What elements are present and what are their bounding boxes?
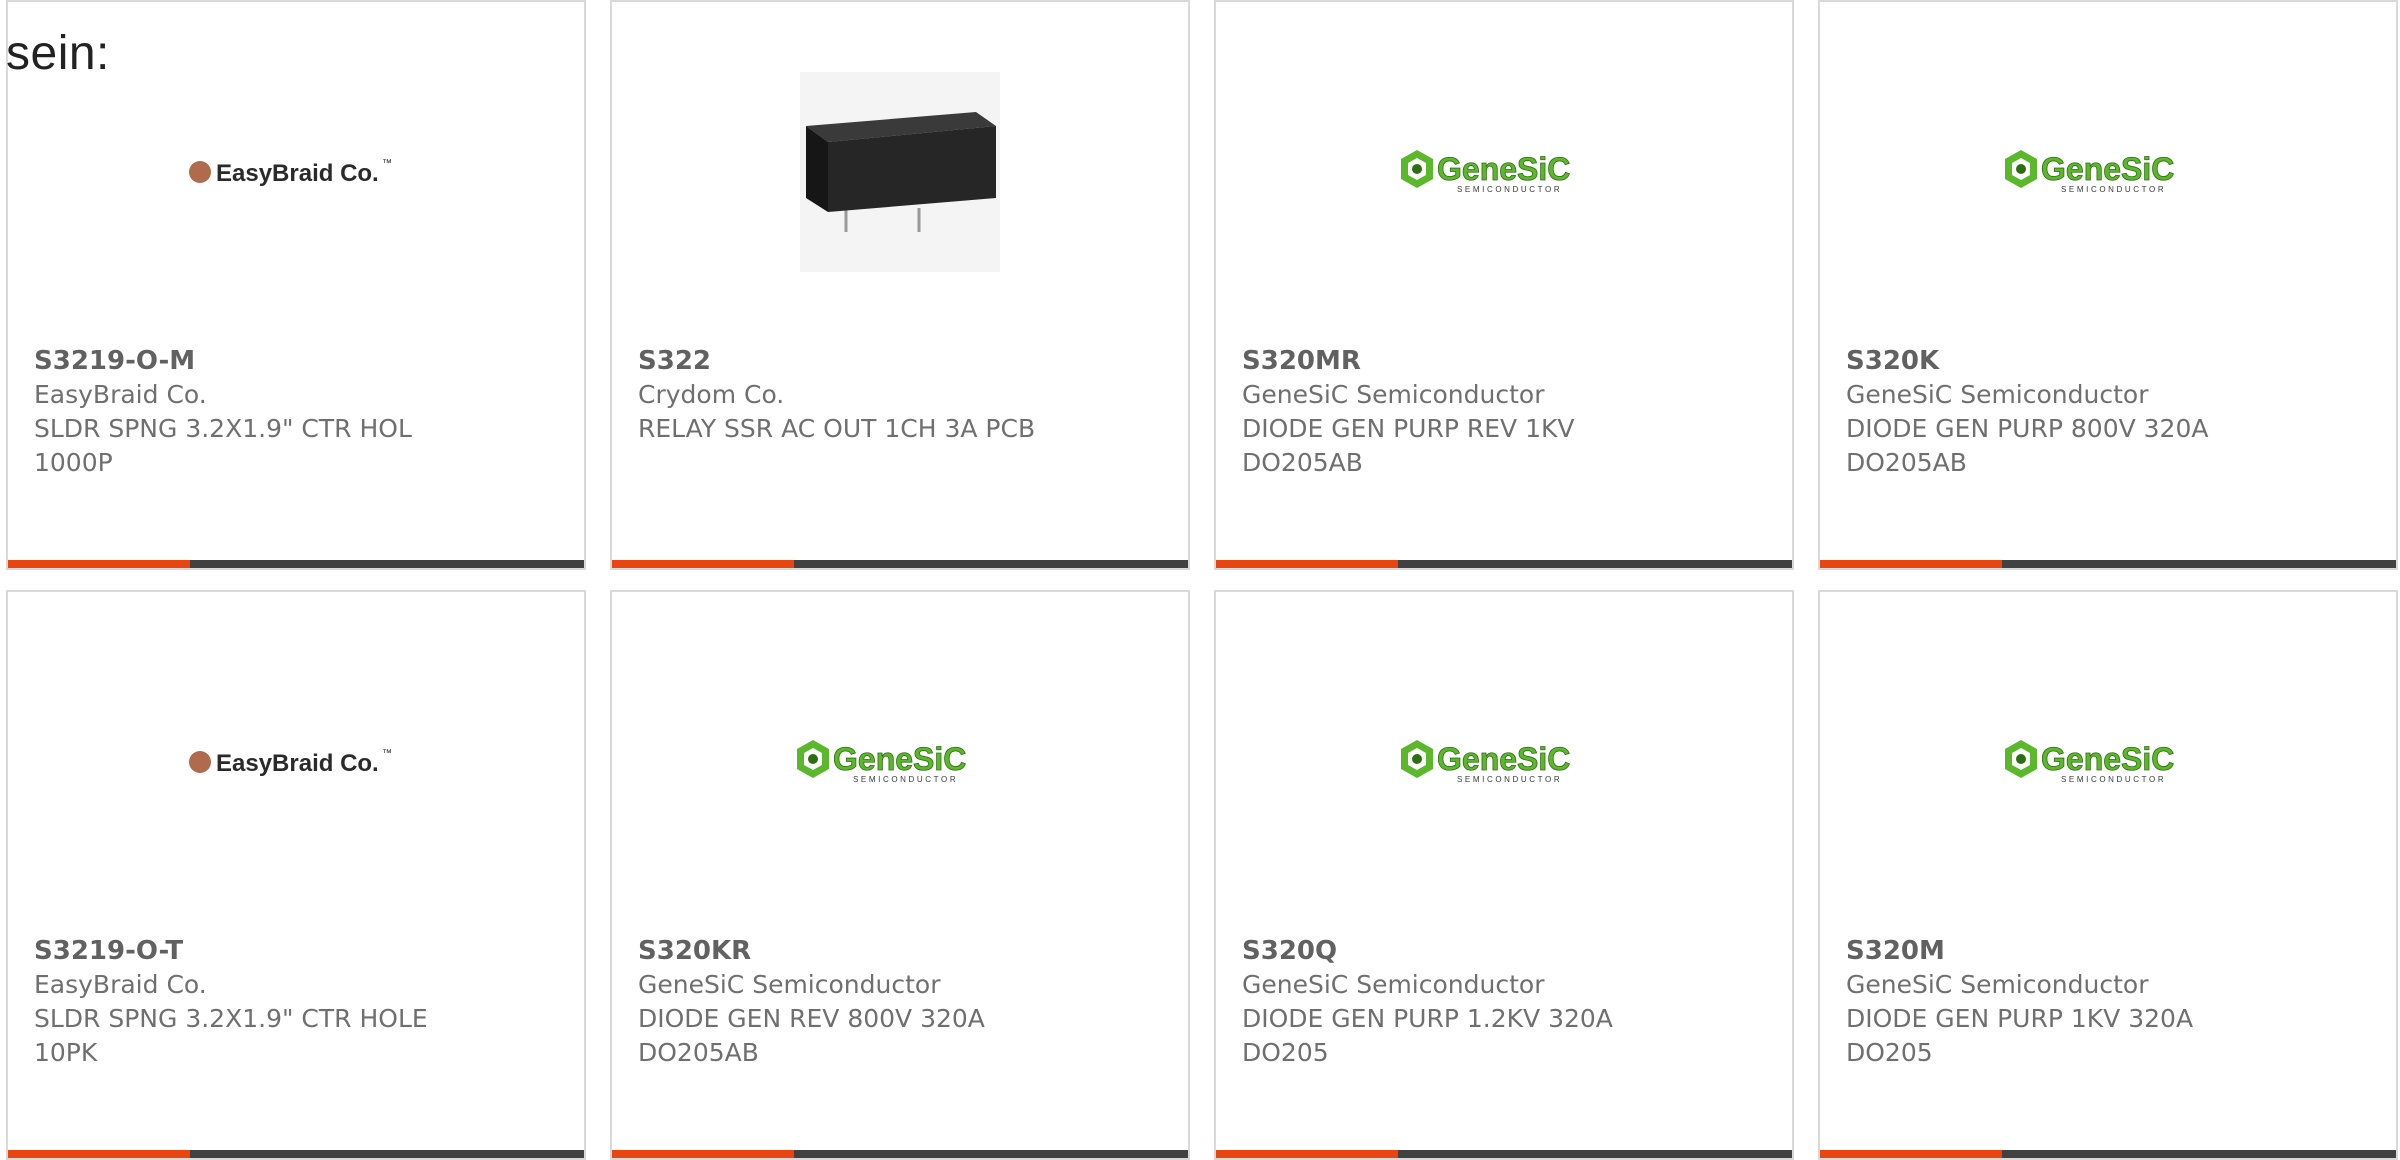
product-image[interactable]: EasyBraid Co. ™ xyxy=(8,662,584,862)
part-number[interactable]: S3219-O-M xyxy=(34,344,564,378)
product-description: DIODE GEN PURP 1.2KV 320A DO205 xyxy=(1242,1004,1613,1067)
product-description: DIODE GEN PURP 800V 320A DO205AB xyxy=(1846,414,2209,477)
product-info: S3219-O-M EasyBraid Co. SLDR SPNG 3.2X1.… xyxy=(34,344,564,480)
product-card[interactable]: S322 Crydom Co. RELAY SSR AC OUT 1CH 3A … xyxy=(610,0,1190,570)
manufacturer-name: GeneSiC Semiconductor xyxy=(1242,380,1545,409)
genesic-logo-text: GeneSiC xyxy=(833,741,966,777)
genesic-logo: GeneSiCSEMICONDUCTOR xyxy=(1401,150,1571,194)
product-image[interactable]: GeneSiC SEMICONDUCTOR xyxy=(1820,662,2396,862)
product-info: S320MR GeneSiC Semiconductor DIODE GEN P… xyxy=(1242,344,1772,480)
product-info: S320Q GeneSiC Semiconductor DIODE GEN PU… xyxy=(1242,934,1772,1070)
card-footer-bar xyxy=(1820,1150,2396,1158)
part-number[interactable]: S320KR xyxy=(638,934,1168,968)
product-description: DIODE GEN REV 800V 320A DO205AB xyxy=(638,1004,985,1067)
trademark-mark: ™ xyxy=(382,158,392,169)
manufacturer-name: GeneSiC Semiconductor xyxy=(1846,380,2149,409)
easybraid-logo-text: EasyBraid Co. xyxy=(216,160,379,187)
product-description: RELAY SSR AC OUT 1CH 3A PCB xyxy=(638,414,1036,443)
genesic-logo-subtext: SEMICONDUCTOR xyxy=(853,775,958,784)
product-card[interactable]: GeneSiC SEMICONDUCTOR S320KR GeneSiC Semi… xyxy=(610,590,1190,1160)
genesic-logo-subtext: SEMICONDUCTOR xyxy=(2061,775,2166,784)
product-card[interactable]: GeneSiC SEMICONDUCTOR S320Q GeneSiC Semic… xyxy=(1214,590,1794,1160)
product-description: DIODE GEN PURP 1KV 320A DO205 xyxy=(1846,1004,2194,1067)
product-description: SLDR SPNG 3.2X1.9" CTR HOL 1000P xyxy=(34,414,412,477)
product-image[interactable]: GeneSiC SEMICONDUCTOR xyxy=(1216,72,1792,272)
part-number[interactable]: S3219-O-T xyxy=(34,934,564,968)
manufacturer-name: Crydom Co. xyxy=(638,380,785,409)
product-info: S320M GeneSiC Semiconductor DIODE GEN PU… xyxy=(1846,934,2376,1070)
product-image[interactable]: GeneSiC SEMICONDUCTOR xyxy=(612,662,1188,862)
card-footer-bar xyxy=(612,560,1188,568)
genesic-logo-subtext: SEMICONDUCTOR xyxy=(2061,185,2166,194)
part-number[interactable]: S320MR xyxy=(1242,344,1772,378)
genesic-logo-text: GeneSiC xyxy=(2041,151,2174,187)
product-description: DIODE GEN PURP REV 1KV DO205AB xyxy=(1242,414,1575,477)
easybraid-logo-mark xyxy=(189,751,211,773)
genesic-logo-text: GeneSiC xyxy=(1437,151,1570,187)
card-footer-bar xyxy=(1216,1150,1792,1158)
card-footer-accent xyxy=(1216,1150,1398,1158)
manufacturer-name: GeneSiC Semiconductor xyxy=(638,970,941,999)
trademark-mark: ™ xyxy=(382,748,392,759)
product-image[interactable] xyxy=(612,72,1188,272)
genesic-logo: GeneSiCSEMICONDUCTOR xyxy=(2005,150,2175,194)
genesic-logo: GeneSiCSEMICONDUCTOR xyxy=(797,740,967,784)
product-card[interactable]: EasyBraid Co. ™ S3219-O-T EasyBraid Co. S… xyxy=(6,590,586,1160)
part-number[interactable]: S320Q xyxy=(1242,934,1772,968)
card-footer-bar xyxy=(1216,560,1792,568)
genesic-logo-text: GeneSiC xyxy=(2041,741,2174,777)
genesic-logo-subtext: SEMICONDUCTOR xyxy=(1457,185,1562,194)
card-footer-bar xyxy=(612,1150,1188,1158)
part-number[interactable]: S322 xyxy=(638,344,1168,378)
product-info: S320KR GeneSiC Semiconductor DIODE GEN R… xyxy=(638,934,1168,1070)
product-info: S3219-O-T EasyBraid Co. SLDR SPNG 3.2X1.… xyxy=(34,934,564,1070)
easybraid-logo-mark xyxy=(189,161,211,183)
genesic-logo-text: GeneSiC xyxy=(1437,741,1570,777)
manufacturer-name: GeneSiC Semiconductor xyxy=(1242,970,1545,999)
relay-photo xyxy=(800,72,1000,272)
card-footer-accent xyxy=(8,560,190,568)
card-footer-accent xyxy=(612,1150,794,1158)
genesic-logo: GeneSiCSEMICONDUCTOR xyxy=(1401,740,1571,784)
product-image[interactable]: GeneSiC SEMICONDUCTOR xyxy=(1820,72,2396,272)
product-card[interactable]: GeneSiC SEMICONDUCTOR S320M GeneSiC Semic… xyxy=(1818,590,2398,1160)
manufacturer-name: GeneSiC Semiconductor xyxy=(1846,970,2149,999)
part-number[interactable]: S320K xyxy=(1846,344,2376,378)
card-footer-accent xyxy=(1820,560,2002,568)
card-footer-accent xyxy=(1216,560,1398,568)
genesic-logo-subtext: SEMICONDUCTOR xyxy=(1457,775,1562,784)
product-image[interactable]: GeneSiC SEMICONDUCTOR xyxy=(1216,662,1792,862)
product-image[interactable]: EasyBraid Co. ™ xyxy=(8,72,584,272)
product-info: S320K GeneSiC Semiconductor DIODE GEN PU… xyxy=(1846,344,2376,480)
manufacturer-name: EasyBraid Co. xyxy=(34,380,207,409)
product-description: SLDR SPNG 3.2X1.9" CTR HOLE 10PK xyxy=(34,1004,428,1067)
easybraid-logo: EasyBraid Co. ™ xyxy=(189,748,392,777)
product-card[interactable]: GeneSiC SEMICONDUCTOR S320MR GeneSiC Semi… xyxy=(1214,0,1794,570)
part-number[interactable]: S320M xyxy=(1846,934,2376,968)
card-footer-bar xyxy=(8,560,584,568)
card-footer-accent xyxy=(8,1150,190,1158)
product-card[interactable]: EasyBraid Co. ™ S3219-O-M EasyBraid Co. S… xyxy=(6,0,586,570)
genesic-logo: GeneSiCSEMICONDUCTOR xyxy=(2005,740,2175,784)
manufacturer-name: EasyBraid Co. xyxy=(34,970,207,999)
card-footer-accent xyxy=(612,560,794,568)
card-footer-bar xyxy=(8,1150,584,1158)
easybraid-logo: EasyBraid Co. ™ xyxy=(189,158,392,187)
product-card[interactable]: GeneSiC SEMICONDUCTOR S320K GeneSiC Semic… xyxy=(1818,0,2398,570)
product-info: S322 Crydom Co. RELAY SSR AC OUT 1CH 3A … xyxy=(638,344,1168,446)
easybraid-logo-text: EasyBraid Co. xyxy=(216,750,379,777)
intro-text: sein: xyxy=(6,27,110,80)
card-footer-accent xyxy=(1820,1150,2002,1158)
card-footer-bar xyxy=(1820,560,2396,568)
product-grid: EasyBraid Co. ™ S3219-O-M EasyBraid Co. S… xyxy=(6,0,2398,1160)
